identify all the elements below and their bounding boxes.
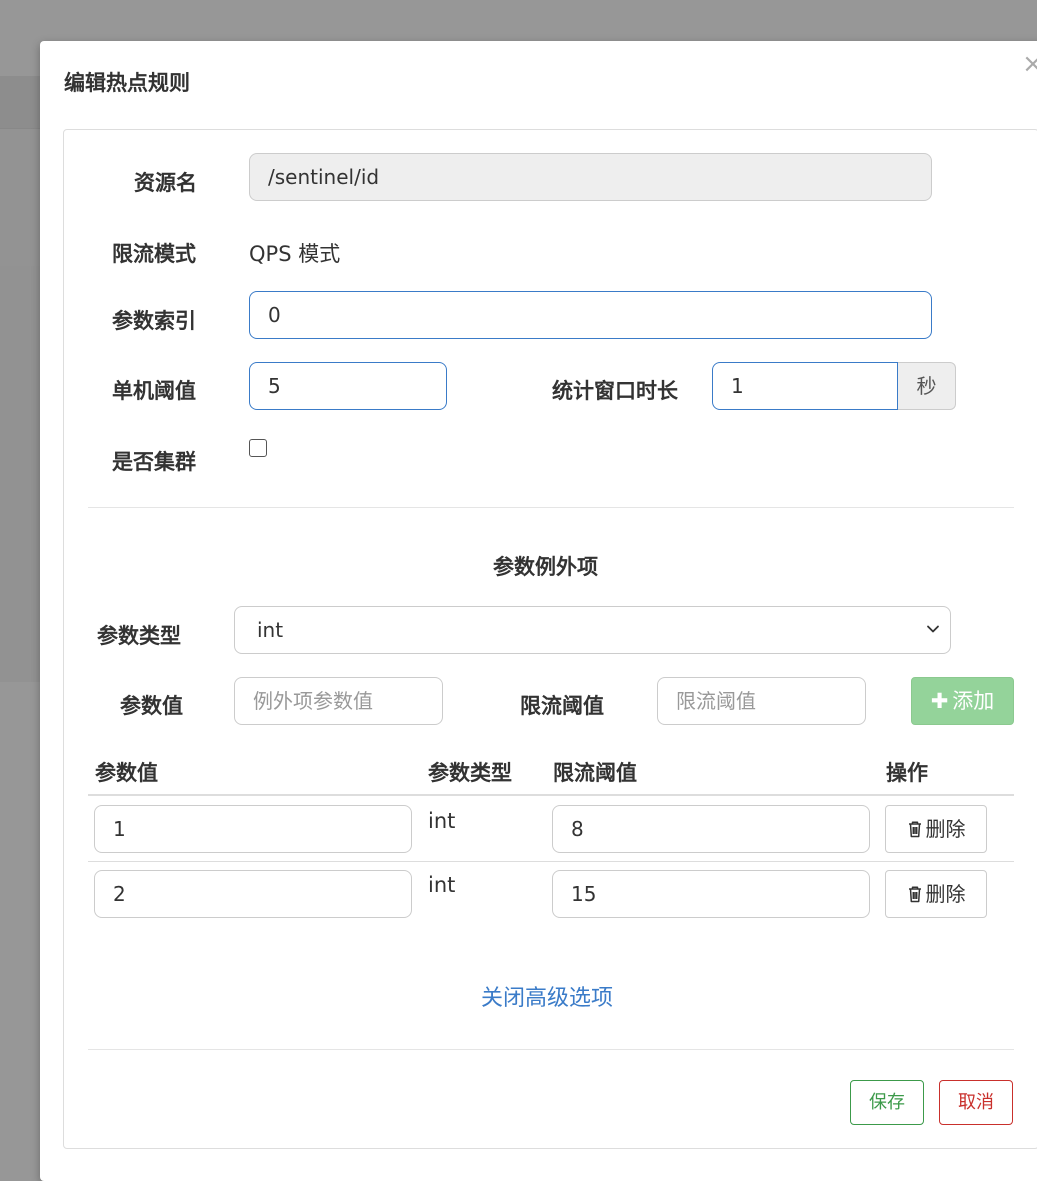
col-header-limit: 限流阈值 [553,761,637,785]
threshold-value: 5 [268,374,281,398]
limit-placeholder: 限流阈值 [676,689,756,713]
close-advanced-link[interactable]: 关闭高级选项 [481,980,613,1012]
row-divider [88,861,1014,862]
row-1-delete-label: 删除 [925,817,966,841]
mode-label: 限流模式 [112,242,196,266]
background-content-band [0,266,40,682]
threshold-input[interactable]: 5 [249,362,447,410]
section-divider [88,507,1014,508]
col-header-action: 操作 [886,761,928,785]
row-1-limit-input[interactable]: 8 [552,805,870,853]
row-2-delete-label: 删除 [925,882,966,906]
row-2-value-input[interactable]: 2 [94,870,412,918]
row-2-value: 2 [113,882,126,906]
add-exception-button[interactable]: ✚ 添加 [911,677,1014,725]
add-label: 添加 [952,689,995,713]
row-2-limit: 15 [571,882,597,906]
col-header-type: 参数类型 [428,761,512,785]
param-type-select[interactable]: int [234,606,951,654]
row-1-limit: 8 [571,817,584,841]
trash-icon [908,821,921,838]
table-header-line [88,794,1014,796]
row-2-delete-button[interactable]: 删除 [885,870,987,918]
trash-icon [908,886,921,903]
param-value-placeholder: 例外项参数值 [253,689,373,713]
param-type-value: int [257,618,284,642]
row-1-value-input[interactable]: 1 [94,805,412,853]
modal-title: 编辑热点规则 [64,71,190,95]
threshold-label: 单机阈值 [112,379,196,403]
background-nav-band [0,128,40,267]
background-header-band [0,76,40,128]
window-label: 统计窗口时长 [552,379,678,403]
resource-label: 资源名 [134,171,197,195]
param-type-label: 参数类型 [97,624,181,648]
param-index-input[interactable]: 0 [249,291,932,339]
cancel-button[interactable]: 取消 [939,1080,1013,1125]
limit-label: 限流阈值 [520,694,604,718]
resource-name-input[interactable]: /sentinel/id [249,153,932,201]
window-value: 1 [731,374,744,398]
plus-icon: ✚ [930,689,949,713]
exceptions-title: 参数例外项 [493,555,598,579]
row-2-limit-input[interactable]: 15 [552,870,870,918]
close-icon[interactable]: × [1022,51,1037,77]
window-unit-addon: 秒 [898,362,956,410]
row-2-type: int [428,873,456,897]
mode-value: QPS 模式 [249,242,341,266]
limit-input[interactable]: 限流阈值 [657,677,866,725]
param-value-input[interactable]: 例外项参数值 [234,677,443,725]
row-1-value: 1 [113,817,126,841]
row-1-delete-button[interactable]: 删除 [885,805,987,853]
resource-name-value: /sentinel/id [268,165,380,189]
cluster-label: 是否集群 [112,450,196,474]
cluster-checkbox[interactable] [249,439,267,457]
row-1-type: int [428,809,456,833]
param-index-value: 0 [268,303,281,327]
rule-form-panel: 资源名 /sentinel/id 限流模式 QPS 模式 参数索引 0 单机阈值… [63,129,1037,1149]
save-button[interactable]: 保存 [850,1080,924,1125]
col-header-value: 参数值 [95,761,158,785]
footer-divider [88,1049,1014,1050]
param-index-label: 参数索引 [112,309,196,333]
chevron-down-icon [927,625,939,633]
edit-hotspot-rule-modal: 编辑热点规则 × 资源名 /sentinel/id 限流模式 QPS 模式 参数… [40,41,1037,1181]
param-value-label: 参数值 [120,694,183,718]
window-input[interactable]: 1 [712,362,898,410]
